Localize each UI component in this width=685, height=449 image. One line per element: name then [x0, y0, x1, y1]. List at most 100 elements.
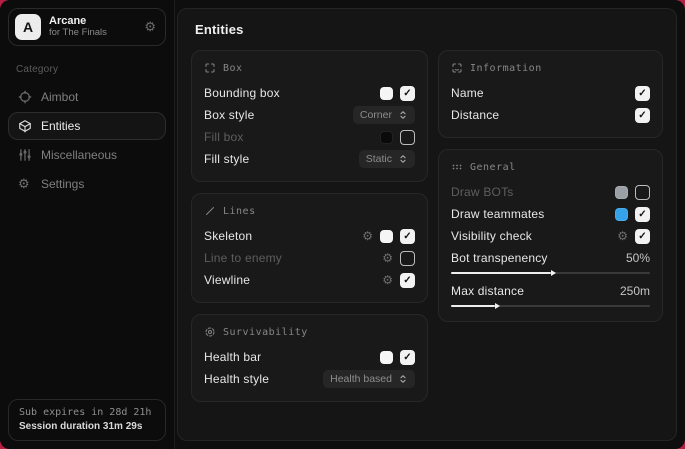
- bot-transparency-slider[interactable]: [451, 272, 650, 274]
- setting-row-name: Name ✓: [451, 82, 650, 104]
- setting-label: Draw teammates: [451, 207, 545, 221]
- setting-label: Health style: [204, 372, 269, 386]
- sidebar: A Arcane for The Finals ⚙ Category Aimbo…: [0, 0, 175, 449]
- color-swatch[interactable]: [380, 230, 393, 243]
- life-circle-icon: [204, 326, 216, 338]
- box-card: Box Bounding box ✓ Box style: [191, 50, 428, 182]
- setting-row-line-to-enemy: Line to enemy ⚙: [204, 247, 415, 269]
- setting-row-health-bar: Health bar ✓: [204, 346, 415, 368]
- setting-label: Health bar: [204, 350, 261, 364]
- checkbox-checked[interactable]: ✓: [400, 229, 415, 244]
- gear-icon: ⚙: [18, 177, 32, 191]
- sidebar-item-settings[interactable]: ⚙ Settings: [8, 170, 166, 198]
- information-card: Information Name ✓ Distance ✓: [438, 50, 663, 138]
- setting-label: Skeleton: [204, 229, 252, 243]
- setting-row-draw-teammates: Draw teammates ✓: [451, 203, 650, 225]
- slider-label: Max distance: [451, 284, 524, 298]
- color-swatch[interactable]: [380, 131, 393, 144]
- max-distance-slider[interactable]: [451, 305, 650, 307]
- app-subtitle: for The Finals: [49, 28, 107, 39]
- card-title: Lines: [223, 206, 256, 217]
- checkbox-checked[interactable]: ✓: [400, 86, 415, 101]
- cube-icon: [18, 119, 32, 133]
- setting-row-bounding-box: Bounding box ✓: [204, 82, 415, 104]
- sidebar-item-miscellaneous[interactable]: Miscellaneous: [8, 141, 166, 169]
- chevrons-up-down-icon: [398, 374, 408, 384]
- dropdown-value: Health based: [330, 373, 392, 385]
- color-swatch[interactable]: [380, 351, 393, 364]
- grid-dots-icon: [451, 161, 463, 173]
- chevrons-up-down-icon: [398, 110, 408, 120]
- setting-label: Fill style: [204, 152, 249, 166]
- diagonal-line-icon: [204, 205, 216, 217]
- dropdown-value: Corner: [360, 109, 392, 121]
- slider-value: 250m: [620, 284, 650, 298]
- setting-row-fill-style: Fill style Static: [204, 148, 415, 170]
- app-logo: A: [15, 14, 41, 40]
- chevrons-up-down-icon: [398, 154, 408, 164]
- setting-label: Viewline: [204, 273, 250, 287]
- dropdown-value: Static: [366, 153, 392, 165]
- sliders-icon: [18, 148, 32, 162]
- color-swatch[interactable]: [615, 186, 628, 199]
- setting-label: Fill box: [204, 130, 244, 144]
- checkbox-checked[interactable]: ✓: [635, 86, 650, 101]
- content-panel: Entities Box: [177, 8, 677, 441]
- bot-transparency-slider-block: Bot transpenency 50%: [451, 248, 650, 274]
- slider-value: 50%: [626, 251, 650, 265]
- box-select-icon: [204, 62, 216, 74]
- checkbox-unchecked[interactable]: [635, 185, 650, 200]
- checkbox-checked[interactable]: ✓: [635, 207, 650, 222]
- color-swatch[interactable]: [615, 208, 628, 221]
- box-style-dropdown[interactable]: Corner: [353, 106, 415, 124]
- setting-label: Visibility check: [451, 229, 532, 243]
- setting-row-draw-bots: Draw BOTs: [451, 181, 650, 203]
- setting-row-visibility-check: Visibility check ⚙ ✓: [451, 225, 650, 247]
- checkbox-checked[interactable]: ✓: [400, 273, 415, 288]
- app-name: Arcane: [49, 15, 107, 28]
- card-title: General: [470, 162, 516, 173]
- gear-icon[interactable]: ⚙: [382, 274, 393, 286]
- category-label: Category: [16, 64, 174, 75]
- main-area: Entities Box: [175, 0, 685, 449]
- sidebar-item-label: Aimbot: [41, 90, 78, 104]
- setting-label: Line to enemy: [204, 251, 282, 265]
- card-title: Survivability: [223, 327, 308, 338]
- checkbox-checked[interactable]: ✓: [635, 229, 650, 244]
- checkbox-checked[interactable]: ✓: [400, 350, 415, 365]
- sidebar-item-label: Miscellaneous: [41, 148, 117, 162]
- max-distance-slider-block: Max distance 250m: [451, 281, 650, 307]
- color-swatch[interactable]: [380, 87, 393, 100]
- setting-row-viewline: Viewline ⚙ ✓: [204, 269, 415, 291]
- slider-label: Bot transpenency: [451, 251, 548, 265]
- setting-row-distance: Distance ✓: [451, 104, 650, 126]
- gear-icon[interactable]: ⚙: [382, 252, 393, 264]
- checkbox-checked[interactable]: ✓: [635, 108, 650, 123]
- gear-icon[interactable]: ⚙: [362, 230, 373, 242]
- subscription-info: Sub expires in 28d 21h Session duration …: [8, 399, 166, 441]
- sidebar-item-aimbot[interactable]: Aimbot: [8, 83, 166, 111]
- setting-row-skeleton: Skeleton ⚙ ✓: [204, 225, 415, 247]
- health-style-dropdown[interactable]: Health based: [323, 370, 415, 388]
- survivability-card: Survivability Health bar ✓ Health style: [191, 314, 428, 402]
- sidebar-nav: Aimbot Entities: [8, 83, 166, 199]
- card-title: Information: [470, 63, 542, 74]
- scan-face-icon: [451, 62, 463, 74]
- sidebar-item-entities[interactable]: Entities: [8, 112, 166, 140]
- brand-text: Arcane for The Finals: [49, 15, 107, 39]
- checkbox-unchecked[interactable]: [400, 251, 415, 266]
- page-title: Entities: [195, 22, 663, 37]
- setting-label: Distance: [451, 108, 499, 122]
- setting-label: Bounding box: [204, 86, 280, 100]
- crosshair-icon: [18, 90, 32, 104]
- setting-row-health-style: Health style Health based: [204, 368, 415, 390]
- fill-style-dropdown[interactable]: Static: [359, 150, 415, 168]
- gear-icon[interactable]: ⚙: [617, 230, 628, 242]
- card-title: Box: [223, 63, 243, 74]
- setting-label: Draw BOTs: [451, 185, 513, 199]
- checkbox-unchecked[interactable]: [400, 130, 415, 145]
- general-card: General Draw BOTs Draw teammates: [438, 149, 663, 322]
- sidebar-item-label: Entities: [41, 119, 80, 133]
- setting-row-box-style: Box style Corner: [204, 104, 415, 126]
- brand-gear-icon[interactable]: ⚙: [144, 19, 156, 35]
